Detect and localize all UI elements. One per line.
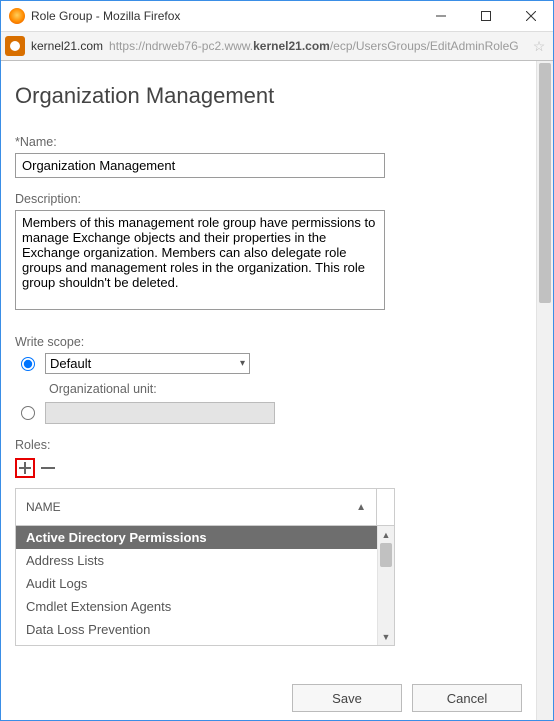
write-scope-label: Write scope: (15, 335, 522, 349)
name-column-header[interactable]: NAME ▲ (16, 489, 377, 525)
window-title: Role Group - Mozilla Firefox (31, 9, 418, 23)
footer-buttons: Save Cancel (292, 684, 522, 712)
roles-list-wrap: Active Directory Permissions Address Lis… (15, 526, 395, 646)
window-controls (418, 1, 553, 31)
scroll-up-icon[interactable]: ▲ (378, 526, 394, 543)
roles-label: Roles: (15, 438, 522, 452)
page-title: Organization Management (15, 83, 522, 109)
scroll-down-icon[interactable]: ▼ (378, 628, 394, 645)
scope-select[interactable]: Default ▾ (45, 353, 250, 374)
window-titlebar: Role Group - Mozilla Firefox (1, 1, 553, 31)
role-row[interactable]: Data Loss Prevention (16, 618, 377, 641)
roles-header: NAME ▲ (15, 488, 395, 526)
page-content: Organization Management *Name: Descripti… (1, 61, 536, 720)
remove-role-button[interactable] (41, 467, 55, 469)
plus-icon (19, 462, 31, 474)
roles-scrollbar[interactable]: ▲ ▼ (377, 526, 394, 645)
save-button[interactable]: Save (292, 684, 402, 712)
chevron-down-icon: ▾ (240, 358, 245, 369)
role-row[interactable]: Active Directory Permissions (16, 526, 377, 549)
bookmark-icon[interactable]: ☆ (529, 38, 549, 55)
role-row[interactable]: Cmdlet Extension Agents (16, 595, 377, 618)
site-identity-icon[interactable] (5, 36, 25, 56)
ou-input[interactable] (45, 402, 275, 424)
scope-default-row: Default ▾ (15, 353, 522, 374)
name-label: *Name: (15, 135, 522, 149)
roles-toolbar (15, 458, 522, 478)
description-textarea[interactable]: Members of this management role group ha… (15, 210, 385, 310)
minimize-button[interactable] (418, 1, 463, 31)
role-row[interactable]: Audit Logs (16, 572, 377, 595)
scope-ou-row (15, 402, 522, 424)
site-domain: kernel21.com (31, 39, 103, 53)
ou-label: Organizational unit: (49, 382, 522, 396)
page-viewport: Organization Management *Name: Descripti… (1, 61, 553, 720)
ou-section: Organizational unit: (49, 382, 522, 396)
scope-select-value: Default (50, 356, 91, 371)
page-scrollbar[interactable] (536, 61, 553, 720)
url-display[interactable]: https://ndrweb76-pc2.www.kernel21.com/ec… (109, 39, 529, 53)
add-role-button[interactable] (15, 458, 35, 478)
cancel-button[interactable]: Cancel (412, 684, 522, 712)
description-label: Description: (15, 192, 522, 206)
roles-list: Active Directory Permissions Address Lis… (16, 526, 377, 645)
roles-table: NAME ▲ Active Directory Permissions Addr… (15, 488, 395, 646)
close-button[interactable] (508, 1, 553, 31)
scroll-thumb[interactable] (539, 63, 551, 303)
maximize-button[interactable] (463, 1, 508, 31)
firefox-icon (9, 8, 25, 24)
name-input[interactable] (15, 153, 385, 178)
address-bar: kernel21.com https://ndrweb76-pc2.www.ke… (1, 31, 553, 61)
scroll-thumb[interactable] (380, 543, 392, 567)
role-row[interactable]: Address Lists (16, 549, 377, 572)
sort-asc-icon: ▲ (356, 502, 366, 513)
scope-default-radio[interactable] (21, 357, 35, 371)
scope-ou-radio[interactable] (21, 406, 35, 420)
